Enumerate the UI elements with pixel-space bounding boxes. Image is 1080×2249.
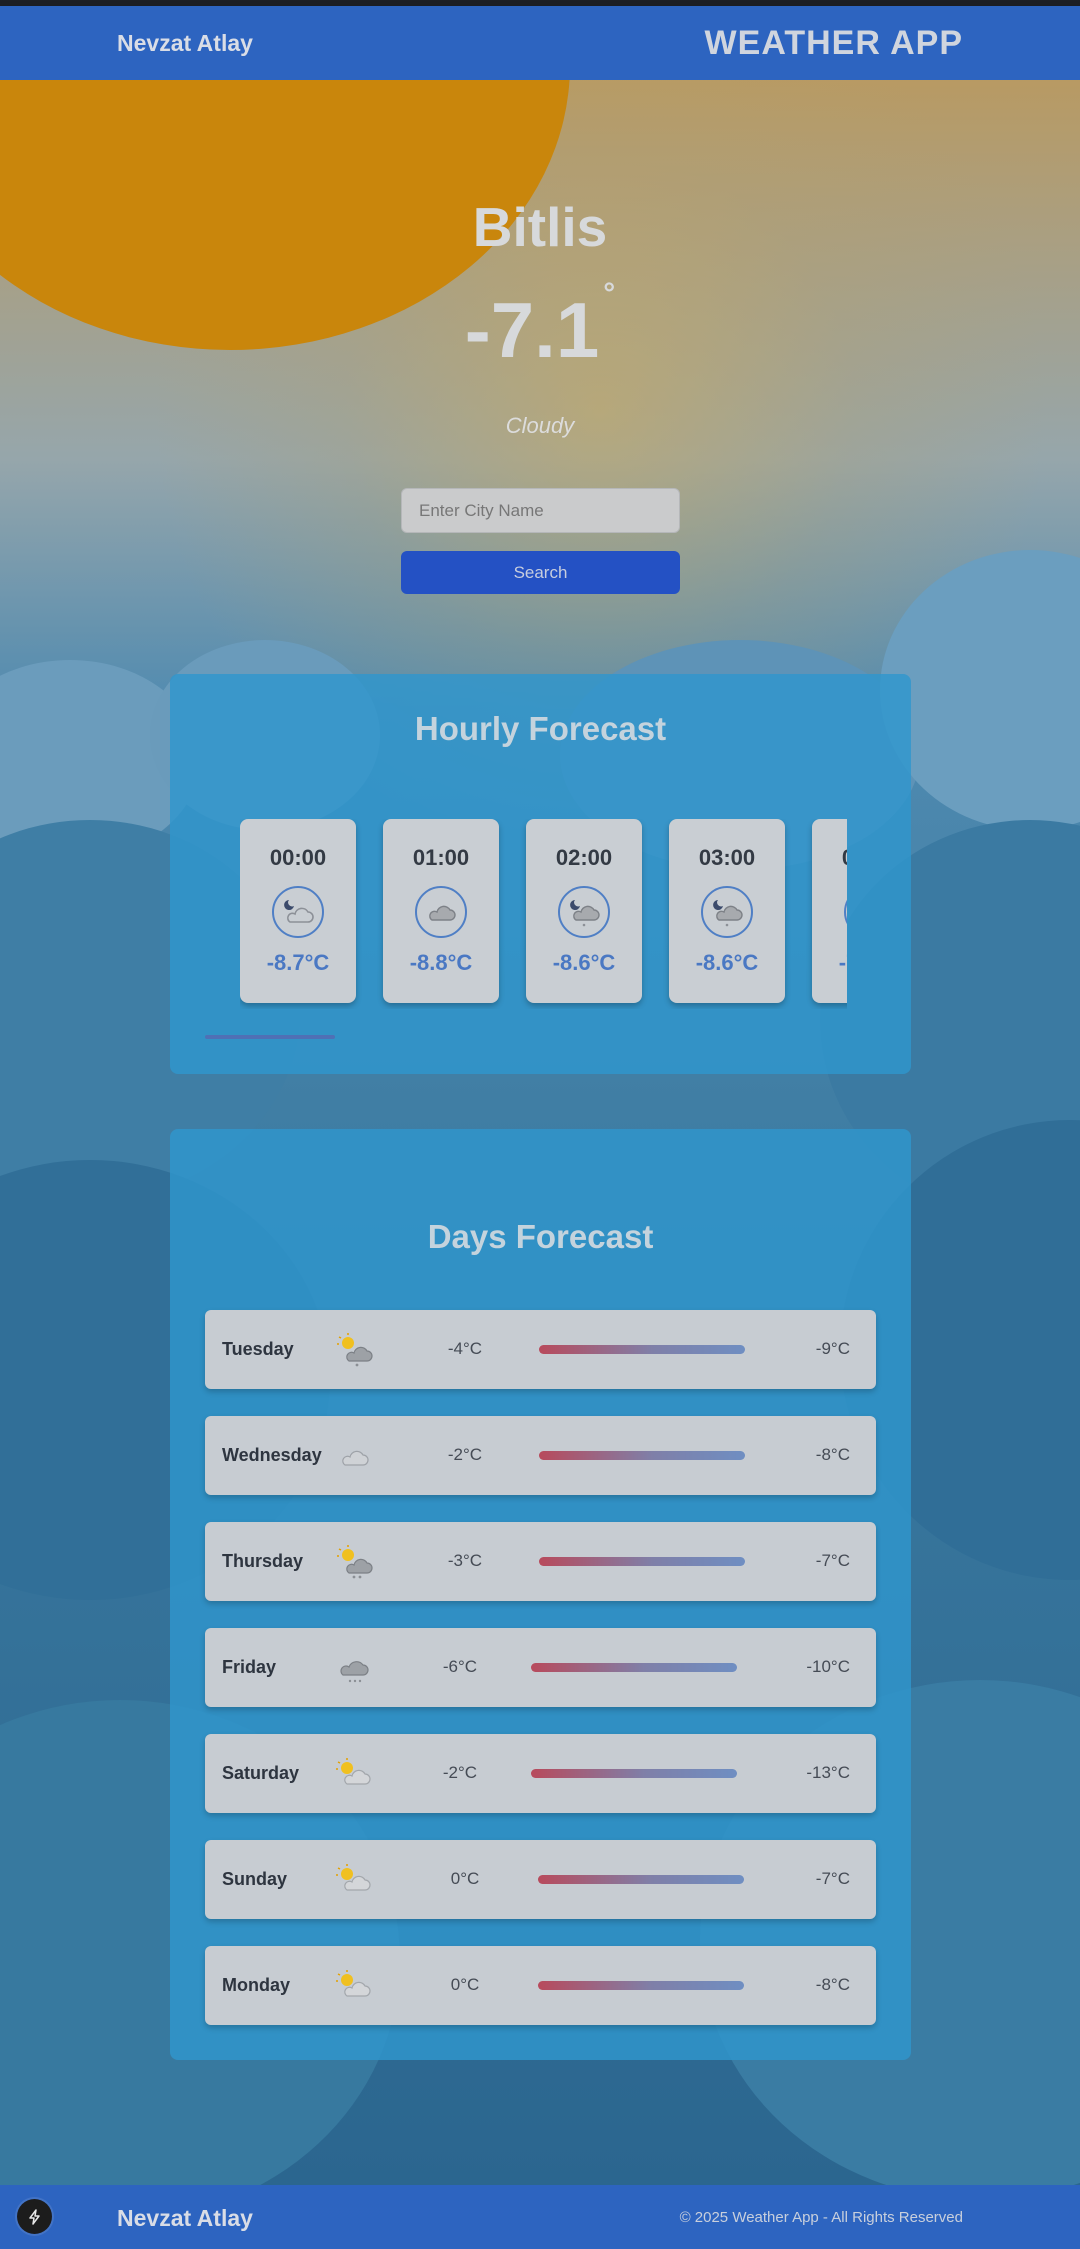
hour-card: 04:00 -7.8°C bbox=[812, 819, 847, 1003]
degree-symbol: ° bbox=[603, 277, 616, 310]
hour-temperature: -8.7°C bbox=[266, 950, 330, 975]
sun-cloud-icon bbox=[335, 1862, 375, 1898]
temperature-range-bar bbox=[531, 1769, 737, 1778]
day-low-temp: -7°C bbox=[815, 1551, 850, 1570]
day-high-temp: -3°C bbox=[447, 1551, 483, 1570]
cloud-icon bbox=[415, 886, 467, 938]
hourly-forecast-title: Hourly Forecast bbox=[414, 710, 667, 747]
hour-temperature: -7.8°C bbox=[838, 950, 847, 975]
snow-cloud-icon bbox=[335, 1650, 375, 1686]
search-button[interactable]: Search bbox=[401, 551, 680, 594]
day-high-temp: -2°C bbox=[447, 1445, 483, 1464]
temperature-range-bar bbox=[539, 1345, 745, 1354]
bolt-button[interactable] bbox=[17, 2199, 52, 2234]
day-low-temp: -8°C bbox=[815, 1975, 850, 1994]
day-name: Saturday bbox=[222, 1763, 300, 1783]
day-low-temp: -8°C bbox=[815, 1445, 850, 1464]
hour-card: 01:00 -8.8°C bbox=[383, 819, 499, 1003]
day-name: Sunday bbox=[222, 1869, 288, 1889]
days-forecast-panel: Days Forecast Tuesday -4°C -9°C Wednesda… bbox=[170, 1129, 911, 2060]
city-search-input[interactable]: Enter City Name bbox=[401, 488, 680, 533]
day-name: Friday bbox=[222, 1657, 277, 1677]
hour-card: 03:00 -8.6°C bbox=[669, 819, 785, 1003]
temperature-value: -7.1 bbox=[464, 286, 600, 374]
lightning-icon bbox=[28, 2208, 40, 2225]
hour-time: 03:00 bbox=[698, 845, 756, 870]
day-high-temp: -6°C bbox=[442, 1657, 478, 1676]
day-high-temp: 0°C bbox=[450, 1975, 480, 1994]
day-high-temp: -4°C bbox=[447, 1339, 483, 1358]
hour-temperature: -8.6°C bbox=[695, 950, 759, 975]
temperature-range-bar bbox=[539, 1557, 745, 1566]
horizontal-scrollbar[interactable] bbox=[205, 1035, 335, 1039]
hour-time: 04:00 bbox=[812, 845, 847, 871]
app-header: Nevzat Atlay WEATHER APP bbox=[0, 6, 1080, 80]
current-temperature: -7.1 ° bbox=[0, 277, 1080, 376]
days-forecast-title: Days Forecast bbox=[427, 1218, 654, 1255]
hour-card: 00:00 -8.7°C bbox=[240, 819, 356, 1003]
day-row: Sunday 0°C -7°C bbox=[205, 1840, 876, 1919]
day-low-temp: -13°C bbox=[806, 1763, 850, 1782]
day-row: Friday -6°C -10°C bbox=[205, 1628, 876, 1707]
sun-cloud-snow-icon bbox=[335, 1332, 375, 1368]
temperature-range-bar bbox=[531, 1663, 737, 1672]
hourly-forecast-panel: Hourly Forecast 00:00 -8.7°C 01:00 -8.8°… bbox=[170, 674, 911, 1074]
day-row: Saturday -2°C -13°C bbox=[205, 1734, 876, 1813]
hour-temperature: -8.8°C bbox=[409, 950, 473, 975]
night-cloud-icon bbox=[844, 886, 847, 938]
day-low-temp: -10°C bbox=[806, 1657, 850, 1676]
hourly-scroll-area[interactable]: 00:00 -8.7°C 01:00 -8.8°C 02:00 -8.6°C 0… bbox=[240, 819, 847, 1009]
day-low-temp: -9°C bbox=[815, 1339, 850, 1358]
night-snow-cloud-icon bbox=[701, 886, 753, 938]
temperature-range-bar bbox=[538, 1981, 744, 1990]
weather-description: Cloudy bbox=[505, 413, 575, 438]
day-row: Monday 0°C -8°C bbox=[205, 1946, 876, 2025]
day-name: Monday bbox=[222, 1975, 291, 1995]
day-row: Wednesday -2°C -8°C bbox=[205, 1416, 876, 1495]
footer-brand[interactable]: Nevzat Atlay bbox=[117, 2205, 253, 2232]
temperature-range-bar bbox=[538, 1875, 744, 1884]
hour-time: 00:00 bbox=[269, 845, 327, 870]
day-name: Tuesday bbox=[222, 1339, 294, 1359]
day-row: Tuesday -4°C -9°C bbox=[205, 1310, 876, 1389]
hour-time: 02:00 bbox=[555, 845, 613, 870]
day-high-temp: 0°C bbox=[450, 1869, 480, 1888]
city-name: Bitlis bbox=[472, 196, 608, 258]
sun-cloud-snow-icon bbox=[335, 1544, 375, 1580]
sun-cloud-icon bbox=[335, 1968, 375, 2004]
cloud-icon bbox=[335, 1438, 375, 1474]
footer-copyright: © 2025 Weather App - All Rights Reserved bbox=[679, 2209, 963, 2226]
hour-card: 02:00 -8.6°C bbox=[526, 819, 642, 1003]
day-name: Thursday bbox=[222, 1551, 304, 1571]
night-cloud-icon bbox=[272, 886, 324, 938]
hour-time: 01:00 bbox=[412, 845, 470, 870]
temperature-range-bar bbox=[539, 1451, 745, 1460]
day-high-temp: -2°C bbox=[442, 1763, 478, 1782]
app-footer: Nevzat Atlay © 2025 Weather App - All Ri… bbox=[0, 2185, 1080, 2249]
sun-cloud-icon bbox=[335, 1756, 375, 1792]
day-low-temp: -7°C bbox=[815, 1869, 850, 1888]
day-row: Thursday -3°C -7°C bbox=[205, 1522, 876, 1601]
night-snow-cloud-icon bbox=[558, 886, 610, 938]
day-name: Wednesday bbox=[222, 1445, 322, 1465]
hour-temperature: -8.6°C bbox=[552, 950, 616, 975]
header-brand[interactable]: Nevzat Atlay bbox=[117, 30, 253, 57]
app-title: WEATHER APP bbox=[704, 23, 963, 62]
